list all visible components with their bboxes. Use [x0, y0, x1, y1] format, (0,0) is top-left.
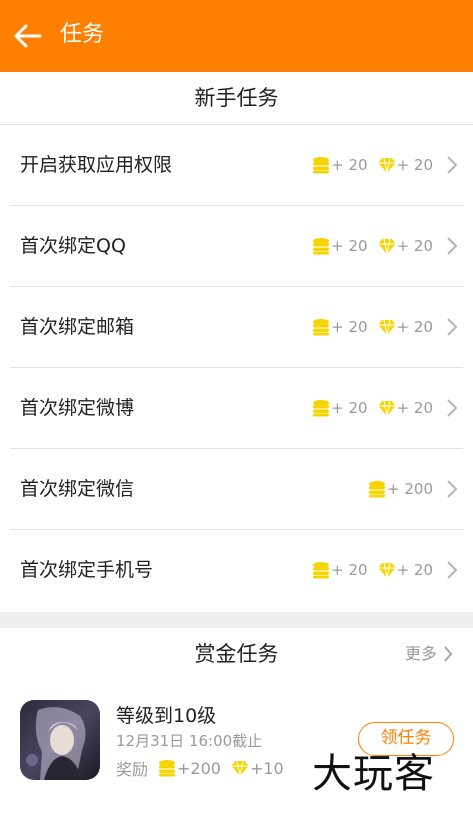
gem-amount: + 20	[396, 561, 433, 579]
task-label: 首次绑定微博	[20, 397, 135, 419]
game-thumbnail	[20, 700, 100, 780]
task-row[interactable]: 首次绑定微信 + 200	[0, 449, 473, 530]
coin-icon	[313, 400, 330, 417]
gem-amount: + 20	[396, 237, 433, 255]
reward-label: 奖励	[116, 760, 149, 779]
gem-amount: + 20	[396, 399, 433, 417]
gem-reward: + 20	[378, 399, 433, 417]
page-title: 任务	[60, 22, 105, 47]
task-row[interactable]: 开启获取应用权限 + 20 + 20	[0, 125, 473, 206]
watermark-logo: 大玩客	[312, 751, 435, 797]
bounty-task-deadline: 12月31日 16:00截止	[116, 732, 263, 750]
chevron-right-icon	[447, 237, 458, 255]
gem-icon	[378, 562, 396, 578]
coin-reward: + 200	[368, 480, 433, 498]
gem-icon	[378, 157, 396, 173]
top-bar: 任务	[0, 0, 473, 72]
coin-amount: + 20	[331, 399, 368, 417]
gem-reward: + 20	[378, 318, 433, 336]
newbie-tasks-title: 新手任务	[194, 86, 279, 110]
gem-icon	[231, 760, 249, 776]
back-arrow-icon	[14, 24, 42, 48]
chevron-right-icon	[447, 318, 458, 336]
coin-amount: + 200	[387, 480, 433, 498]
coin-icon	[369, 481, 386, 498]
task-label: 开启获取应用权限	[20, 154, 173, 176]
gem-reward: + 20	[378, 561, 433, 579]
task-label: 首次绑定手机号	[20, 559, 154, 581]
coin-reward: + 20	[312, 237, 368, 255]
gem-amount: + 20	[396, 156, 433, 174]
chevron-right-icon	[444, 646, 453, 662]
task-rewards: + 20 + 20	[312, 232, 433, 260]
task-rewards: + 20 + 20	[312, 394, 433, 422]
bounty-task-title: 等级到10级	[116, 705, 217, 727]
coin-icon	[313, 562, 330, 579]
task-row[interactable]: 首次绑定邮箱 + 20 + 20	[0, 287, 473, 368]
gem-reward: +10	[231, 759, 284, 778]
coin-icon	[159, 760, 176, 777]
coin-reward: + 20	[312, 156, 368, 174]
gem-amount: + 20	[396, 318, 433, 336]
coin-amount: +200	[177, 758, 221, 778]
more-label: 更多	[404, 644, 437, 663]
coin-amount: + 20	[331, 156, 368, 174]
chevron-right-icon	[447, 156, 458, 174]
coin-reward: + 20	[312, 399, 368, 417]
task-label: 首次绑定邮箱	[20, 316, 135, 338]
section-separator	[0, 612, 473, 628]
back-button[interactable]	[12, 20, 44, 52]
chevron-right-icon	[447, 561, 458, 579]
gem-icon	[378, 238, 396, 254]
chevron-right-icon	[447, 399, 458, 417]
coin-amount: + 20	[331, 237, 368, 255]
gem-reward: + 20	[378, 156, 433, 174]
task-rewards: + 20 + 20	[312, 556, 433, 584]
task-label: 首次绑定微信	[20, 478, 135, 500]
coin-amount: + 20	[331, 318, 368, 336]
coin-reward: +200	[158, 759, 221, 778]
task-row[interactable]: 首次绑定微博 + 20 + 20	[0, 368, 473, 449]
bounty-task-reward: 奖励 +200 +10	[116, 756, 284, 780]
coin-icon	[313, 157, 330, 174]
task-rewards: + 200	[368, 475, 433, 503]
coin-reward: + 20	[312, 561, 368, 579]
bounty-tasks-header: 赏金任务 更多	[0, 628, 473, 681]
bounty-tasks-title: 赏金任务	[194, 642, 279, 666]
coin-icon	[313, 319, 330, 336]
task-rewards: + 20 + 20	[312, 151, 433, 179]
task-rewards: + 20 + 20	[312, 313, 433, 341]
newbie-tasks-header: 新手任务	[0, 72, 473, 125]
gem-icon	[378, 400, 396, 416]
coin-icon	[313, 238, 330, 255]
more-link[interactable]: 更多	[405, 628, 453, 680]
task-row[interactable]: 首次绑定QQ + 20 + 20	[0, 206, 473, 287]
task-label: 首次绑定QQ	[20, 235, 126, 257]
gem-amount: +10	[249, 758, 284, 778]
coin-reward: + 20	[312, 318, 368, 336]
coin-amount: + 20	[331, 561, 368, 579]
gem-icon	[378, 319, 396, 335]
gem-reward: + 20	[378, 237, 433, 255]
chevron-right-icon	[447, 480, 458, 498]
task-row[interactable]: 首次绑定手机号 + 20 + 20	[0, 530, 473, 611]
